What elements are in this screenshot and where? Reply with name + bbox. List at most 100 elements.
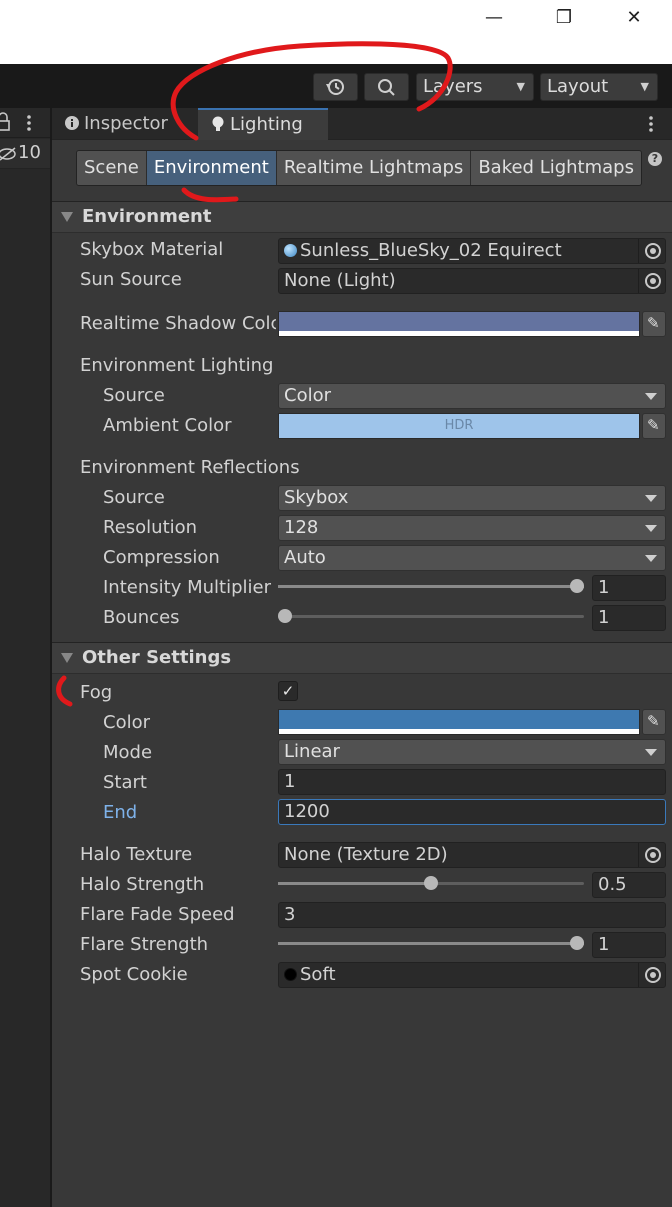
foldout-triangle-icon (61, 653, 73, 663)
sun-source-value: None (Light) (284, 270, 396, 291)
halo-strength-input[interactable]: 0.5 (592, 872, 666, 898)
compression-value: Auto (284, 547, 326, 568)
flare-strength-input[interactable]: 1 (592, 932, 666, 958)
subtab-scene[interactable]: Scene (77, 151, 147, 185)
eyedropper-icon: ✎ (647, 712, 660, 730)
resolution-dropdown[interactable]: 128 (278, 515, 666, 541)
environment-section-header[interactable]: Environment (52, 201, 672, 233)
lightbulb-icon (212, 116, 224, 131)
halo-texture-label: Halo Texture (80, 844, 193, 865)
bounces-slider[interactable] (278, 609, 584, 623)
reflection-source-value: Skybox (284, 487, 349, 508)
halo-texture-field[interactable]: None (Texture 2D) (278, 842, 666, 868)
object-picker-icon[interactable] (645, 967, 661, 983)
eyedropper-button[interactable]: ✎ (642, 413, 666, 439)
chevron-down-icon (645, 555, 657, 562)
fog-end-input[interactable]: 1200 (278, 799, 666, 825)
other-settings-section-header[interactable]: Other Settings (52, 642, 672, 674)
hidden-eye-icon (0, 147, 16, 161)
tab-lighting-label: Lighting (230, 114, 303, 135)
environment-reflections-heading: Environment Reflections (80, 457, 300, 478)
hidden-count: 10 (18, 142, 41, 163)
flare-fade-speed-input[interactable]: 3 (278, 902, 666, 928)
section-title: Other Settings (82, 647, 232, 668)
realtime-shadow-color-swatch[interactable] (278, 311, 640, 337)
kebab-menu-icon[interactable] (646, 108, 656, 140)
chevron-down-icon (645, 749, 657, 756)
search-button[interactable] (364, 73, 409, 101)
intensity-multiplier-label: Intensity Multiplier (103, 577, 271, 598)
eyedropper-button[interactable]: ✎ (642, 311, 666, 337)
intensity-multiplier-slider[interactable] (278, 579, 584, 593)
layout-label: Layout (547, 76, 609, 97)
chevron-down-icon: ▼ (640, 80, 649, 93)
resolution-label: Resolution (103, 517, 198, 538)
fog-start-input[interactable]: 1 (278, 769, 666, 795)
halo-texture-value: None (Texture 2D) (284, 844, 448, 865)
compression-dropdown[interactable]: Auto (278, 545, 666, 571)
spot-cookie-label: Spot Cookie (80, 964, 188, 985)
fog-label: Fog (80, 682, 113, 703)
eyedropper-button[interactable]: ✎ (642, 709, 666, 735)
fog-mode-dropdown[interactable]: Linear (278, 739, 666, 765)
chevron-down-icon (645, 495, 657, 502)
object-picker-icon[interactable] (645, 273, 661, 289)
chevron-down-icon (645, 525, 657, 532)
bounces-label: Bounces (103, 607, 180, 628)
eyedropper-icon: ✎ (647, 314, 660, 332)
slider-handle[interactable] (570, 936, 584, 950)
subtab-baked-lightmaps[interactable]: Baked Lightmaps (471, 151, 641, 185)
tab-inspector[interactable]: Inspector (52, 108, 198, 140)
resolution-value: 128 (284, 517, 319, 538)
close-icon[interactable]: ✕ (614, 4, 654, 32)
layers-dropdown[interactable]: Layers ▼ (416, 73, 534, 101)
object-picker-icon[interactable] (645, 243, 661, 259)
slider-handle[interactable] (278, 609, 292, 623)
fog-checkbox[interactable]: ✓ (278, 681, 298, 701)
reflection-source-dropdown[interactable]: Skybox (278, 485, 666, 511)
minimize-icon[interactable]: — (474, 4, 514, 32)
history-icon (326, 79, 344, 95)
hierarchy-panel: 10 (0, 108, 50, 1207)
help-icon[interactable]: ? (648, 152, 662, 166)
hierarchy-panel-header (0, 108, 50, 138)
lock-icon[interactable] (0, 112, 10, 131)
slider-handle[interactable] (424, 876, 438, 890)
ambient-color-swatch[interactable]: HDR (278, 413, 640, 439)
skybox-material-label: Skybox Material (80, 239, 224, 260)
slider-handle[interactable] (570, 579, 584, 593)
reflection-source-label: Source (103, 487, 165, 508)
fog-end-label: End (103, 802, 138, 823)
skybox-material-field[interactable]: Sunless_BlueSky_02 Equirect (278, 238, 666, 264)
object-picker-icon[interactable] (645, 847, 661, 863)
fog-mode-label: Mode (103, 742, 153, 763)
texture-icon (284, 968, 297, 981)
compression-label: Compression (103, 547, 220, 568)
lighting-source-dropdown[interactable]: Color (278, 383, 666, 409)
editor-toolbar: Layers ▼ Layout ▼ (0, 64, 672, 108)
tab-lighting[interactable]: Lighting (198, 108, 328, 140)
maximize-icon[interactable]: ❐ (544, 4, 584, 32)
halo-strength-label: Halo Strength (80, 874, 205, 895)
undo-history-button[interactable] (313, 73, 358, 101)
spot-cookie-field[interactable]: Soft (278, 962, 666, 988)
tab-bar: Inspector Lighting (52, 108, 672, 140)
kebab-menu-icon[interactable] (27, 115, 31, 131)
intensity-multiplier-input[interactable]: 1 (592, 575, 666, 601)
bounces-input[interactable]: 1 (592, 605, 666, 631)
environment-lighting-heading: Environment Lighting (80, 355, 274, 376)
material-icon (284, 244, 297, 257)
sun-source-label: Sun Source (80, 269, 182, 290)
search-icon (378, 79, 395, 96)
flare-strength-slider[interactable] (278, 936, 584, 950)
layout-dropdown[interactable]: Layout ▼ (540, 73, 658, 101)
visibility-row[interactable]: 10 (0, 139, 50, 169)
chevron-down-icon: ▼ (516, 80, 525, 93)
halo-strength-slider[interactable] (278, 876, 584, 890)
sun-source-field[interactable]: None (Light) (278, 268, 666, 294)
eyedropper-icon: ✎ (647, 416, 660, 434)
fog-color-swatch[interactable] (278, 709, 640, 735)
chevron-down-icon (645, 393, 657, 400)
subtab-environment[interactable]: Environment (146, 151, 277, 185)
subtab-realtime-lightmaps[interactable]: Realtime Lightmaps (276, 151, 472, 185)
